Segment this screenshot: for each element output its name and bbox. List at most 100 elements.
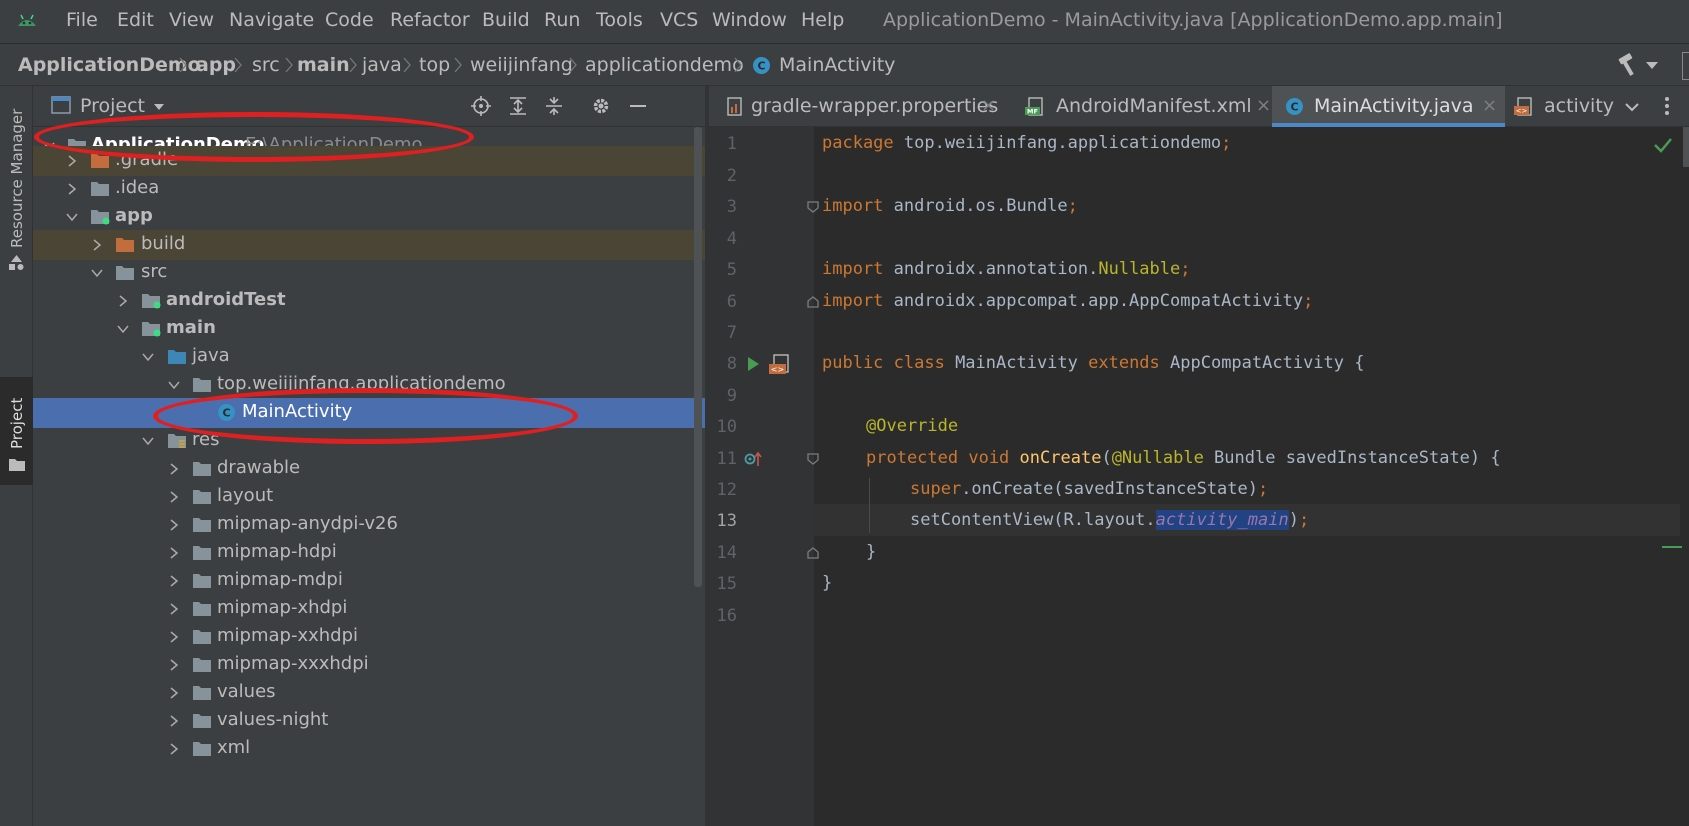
breadcrumb-weiijinfang[interactable]: weiijinfang [470,54,573,76]
run-config-box[interactable] [1682,52,1689,80]
chevron-down-icon[interactable] [117,323,129,335]
close-icon[interactable]: × [1256,95,1271,116]
more-vertical-icon[interactable] [1664,96,1670,116]
menu-tools[interactable]: Tools [596,9,643,31]
tab-label: activity [1544,95,1615,117]
code-token: public class [822,353,945,373]
tree-item-layout[interactable]: layout [33,482,705,512]
tree-item-build[interactable]: build [33,230,705,260]
chevron-right-icon[interactable] [168,603,180,615]
resource-manager-tab[interactable]: Resource Manager [8,109,26,248]
fold-marker-icon[interactable] [807,453,819,465]
tree-item-mipmap-xhdpi[interactable]: mipmap-xhdpi [33,594,705,624]
editor-scrollbar[interactable] [1683,127,1689,167]
tree-item-mipmap-xxhdpi[interactable]: mipmap-xxhdpi [33,622,705,652]
tree-item-main[interactable]: main [33,314,705,344]
line-number: 14 [716,543,737,563]
tab-activity[interactable]: <> activity [1506,86,1616,127]
chevron-right-icon[interactable] [91,239,103,251]
chevron-right-icon[interactable] [66,183,78,195]
fold-marker-icon[interactable] [807,547,819,559]
breadcrumb-applicationdemo[interactable]: applicationdemo [585,54,744,76]
chevron-right-icon[interactable] [168,631,180,643]
locate-icon[interactable] [471,96,491,116]
chevron-right-icon[interactable] [66,155,78,167]
breadcrumb-project[interactable]: ApplicationDemo [18,54,201,76]
menu-build[interactable]: Build [482,9,530,31]
tree-item-mipmap-xxxhdpi[interactable]: mipmap-xxxhdpi [33,650,705,680]
tree-item-mipmap-hdpi[interactable]: mipmap-hdpi [33,538,705,568]
menu-view[interactable]: View [169,9,214,31]
menu-run[interactable]: Run [544,9,580,31]
expand-all-icon[interactable] [508,96,528,116]
chevron-down-icon[interactable] [152,99,166,113]
menu-edit[interactable]: Edit [117,9,154,31]
chevron-down-icon[interactable] [66,211,78,223]
menu-refactor[interactable]: Refactor [390,9,470,31]
hammer-icon[interactable] [1616,53,1640,77]
fold-marker-icon[interactable] [807,296,819,308]
source-folder-icon [142,322,161,337]
tab-gradle-wrapper[interactable]: gradle-wrapper.properties × [723,86,1003,127]
chevron-right-icon[interactable] [168,687,180,699]
chevron-right-icon[interactable] [168,547,180,559]
chevron-down-icon[interactable] [1624,99,1640,115]
tree-item-values[interactable]: values [33,678,705,708]
run-icon[interactable] [746,356,760,372]
chevron-right-icon[interactable] [168,491,180,503]
chevron-down-icon[interactable] [168,379,180,391]
collapse-all-icon[interactable] [544,96,564,116]
tree-item-mipmap-anydpi[interactable]: mipmap-anydpi-v26 [33,510,705,540]
chevron-down-icon[interactable] [142,435,154,447]
breadcrumb-src[interactable]: src [252,54,280,76]
menu-code[interactable]: Code [325,9,374,31]
chevron-right-icon[interactable] [168,463,180,475]
layout-file-icon[interactable]: <> [768,354,792,376]
chevron-right-icon[interactable] [168,743,180,755]
tree-item-values-night[interactable]: values-night [33,706,705,736]
tree-item-xml[interactable]: xml [33,734,705,764]
tree-item-idea[interactable]: .idea [33,174,705,204]
tree-item-androidtest[interactable]: androidTest [33,286,705,316]
line-number: 6 [726,292,737,312]
menu-file[interactable]: File [66,9,98,31]
check-icon[interactable] [1653,137,1673,153]
breadcrumb-app[interactable]: app [196,54,236,76]
close-icon[interactable]: × [981,95,996,116]
code-editor[interactable] [814,127,1689,826]
tree-scrollbar[interactable] [694,127,702,587]
project-tab[interactable]: Project [0,377,33,485]
chevron-down-icon[interactable] [1646,62,1658,69]
chevron-right-icon[interactable] [168,715,180,727]
tree-label: xml [217,737,251,758]
tree-item-java[interactable]: java [33,342,705,372]
tree-item-drawable[interactable]: drawable [33,454,705,484]
breadcrumb-main[interactable]: main [297,54,350,76]
breadcrumb-mainactivity[interactable]: MainActivity [779,54,895,76]
close-icon[interactable]: × [1482,95,1497,116]
chevron-down-icon[interactable] [142,351,154,363]
chevron-right-icon[interactable] [168,519,180,531]
fold-marker-icon[interactable] [807,201,819,213]
tree-item-src[interactable]: src [33,258,705,288]
menu-window[interactable]: Window [712,9,787,31]
override-icon[interactable] [744,450,764,468]
chevron-right-icon[interactable] [168,575,180,587]
menu-help[interactable]: Help [801,9,844,31]
tree-item-mipmap-mdpi[interactable]: mipmap-mdpi [33,566,705,596]
chevron-right-icon[interactable] [168,659,180,671]
line-number: 2 [726,166,737,186]
tree-item-app[interactable]: app [33,202,705,232]
minimize-icon[interactable] [628,96,648,116]
breadcrumb-top[interactable]: top [419,54,450,76]
line-number: 5 [726,260,737,280]
project-panel-title[interactable]: Project [80,95,145,117]
chevron-right-icon[interactable] [117,295,129,307]
tab-android-manifest[interactable]: MF AndroidManifest.xml × [1025,86,1277,127]
chevron-down-icon[interactable] [91,267,103,279]
tab-mainactivity[interactable]: C MainActivity.java × [1272,86,1505,127]
breadcrumb-java[interactable]: java [362,54,402,76]
menu-navigate[interactable]: Navigate [229,9,314,31]
menu-vcs[interactable]: VCS [660,9,698,31]
gear-icon[interactable] [591,96,611,116]
